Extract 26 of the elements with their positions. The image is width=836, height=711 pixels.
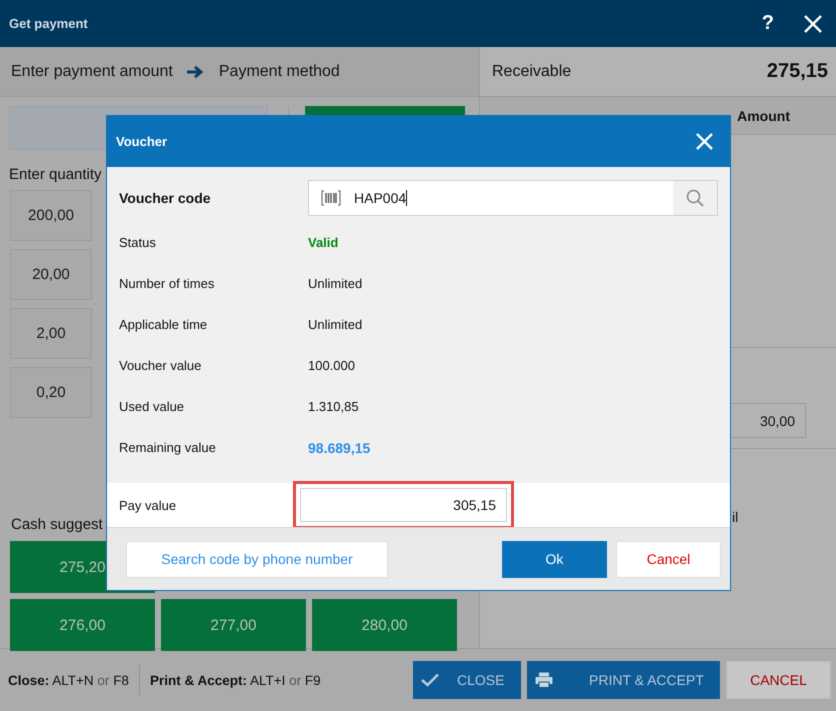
dialog-title: Voucher [116,134,168,149]
field-label: Applicable time [119,317,208,332]
section-label: Enter quantity [9,166,103,183]
section-label: Cash suggest [11,516,104,533]
field-label: Used value [119,399,186,414]
field-value: 100.000 [308,358,355,373]
field-label: Pay value [119,498,178,512]
column-header: Amount [737,108,790,124]
shortcut-hint: Close: ALT+N or F8 [8,672,129,688]
field-value: 1.310,85 [308,399,359,414]
step-label: Enter payment amount [11,62,173,80]
field-label: Number of times [119,276,216,291]
receivable-label: Receivable [492,62,572,80]
step-label: Payment method [218,62,340,80]
field-label: Voucher value [119,358,202,373]
field-value: Valid [308,235,338,250]
field-value: Unlimited [308,317,362,332]
field-label: Voucher code [119,190,212,206]
field-label: Remaining value [119,440,217,455]
shortcut-hint: Print & Accept: ALT+I or F9 [150,672,321,688]
field-value: 98.689,15 [308,440,370,456]
field-label: Status [119,235,157,250]
receivable-value: 275,15 [766,60,828,83]
label-text: il [732,509,738,525]
window-title: Get payment [9,16,88,31]
field-value: Unlimited [308,276,362,291]
